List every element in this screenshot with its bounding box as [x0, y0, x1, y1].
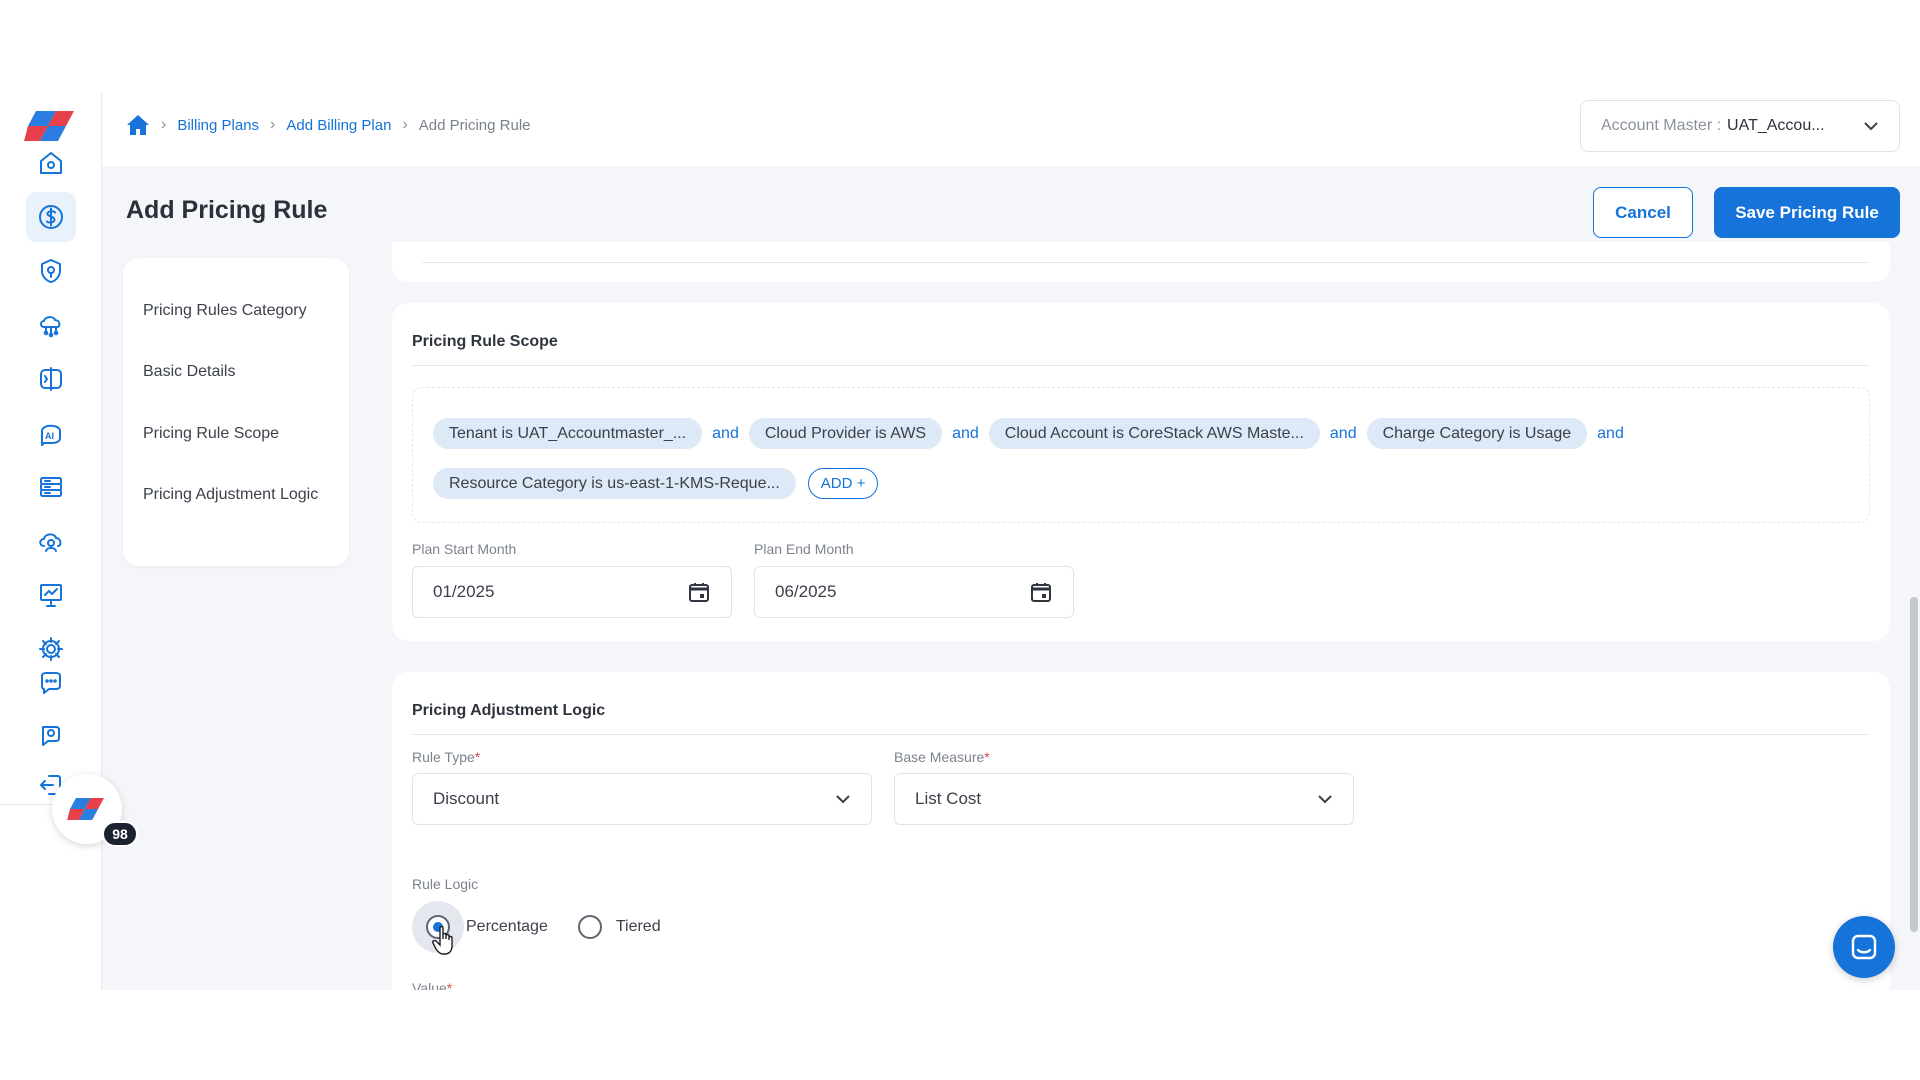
radio-percentage-label[interactable]: Percentage	[466, 918, 548, 936]
previous-section-card	[392, 242, 1890, 282]
add-condition-button[interactable]: ADD +	[807, 468, 879, 499]
pricing-rule-scope-card: Pricing Rule Scope Tenant is UAT_Account…	[392, 303, 1890, 641]
chevron-right-icon: ›	[270, 116, 276, 133]
calendar-icon[interactable]	[1029, 580, 1053, 604]
scope-chip-charge-category[interactable]: Charge Category is Usage	[1366, 418, 1588, 449]
rule-type-select[interactable]: Discount	[412, 773, 872, 825]
cancel-button[interactable]: Cancel	[1593, 187, 1693, 238]
card-divider	[422, 262, 1870, 263]
rule-logic-label: Rule Logic	[412, 876, 479, 892]
scope-title: Pricing Rule Scope	[412, 333, 558, 350]
card-divider	[412, 734, 1870, 735]
chevron-right-icon: ›	[161, 116, 167, 133]
plan-end-month-input[interactable]: 06/2025	[754, 566, 1074, 618]
logic-title: Pricing Adjustment Logic	[412, 702, 606, 719]
scope-chip-cloud-account[interactable]: Cloud Account is CoreStack AWS Maste...	[988, 418, 1320, 449]
nav-cloud-network-icon[interactable]	[26, 300, 76, 350]
hand-cursor-icon	[432, 925, 453, 955]
base-measure-select[interactable]: List Cost	[894, 773, 1354, 825]
chevron-down-icon	[1864, 122, 1878, 131]
breadcrumb-add-billing-plan[interactable]: Add Billing Plan	[286, 117, 391, 134]
nav-chat-icon[interactable]	[26, 658, 76, 708]
account-master-label: Account Master :	[1601, 117, 1722, 134]
scope-conditions-box: Tenant is UAT_Accountmaster_... and Clou…	[412, 387, 1870, 523]
breadcrumb: › Billing Plans › Add Billing Plan › Add…	[126, 114, 531, 136]
home-icon[interactable]	[126, 114, 150, 136]
required-mark: *	[984, 749, 990, 765]
account-master-select[interactable]: Account Master : UAT_Accou...	[1580, 100, 1900, 152]
breadcrumb-billing-plans[interactable]: Billing Plans	[177, 117, 259, 134]
card-divider	[412, 365, 1870, 366]
nav-split-panel-icon[interactable]	[26, 354, 76, 404]
base-measure-label-text: Base Measure	[894, 749, 985, 765]
value-label-text: Value	[412, 980, 447, 990]
top-bar: › Billing Plans › Add Billing Plan › Add…	[102, 92, 1920, 166]
nav-shield-icon[interactable]	[26, 246, 76, 296]
scope-chip-cloud-provider[interactable]: Cloud Provider is AWS	[748, 418, 943, 449]
section-nav: Pricing Rules Category Basic Details Pri…	[123, 258, 349, 566]
account-master-value: UAT_Accou...	[1727, 117, 1825, 134]
and-connector: and	[1329, 424, 1357, 442]
nav-home-icon[interactable]	[26, 138, 76, 188]
breadcrumb-current: Add Pricing Rule	[418, 116, 531, 134]
radio-tiered[interactable]	[577, 915, 602, 939]
section-nav-basic-details[interactable]: Basic Details	[143, 363, 235, 381]
rule-type-label: Rule Type*	[412, 749, 480, 765]
section-nav-pricing-adjustment-logic[interactable]: Pricing Adjustment Logic	[143, 486, 318, 504]
sidebar: AI	[0, 92, 102, 990]
chevron-right-icon: ›	[402, 116, 408, 133]
plan-end-month-label: Plan End Month	[754, 541, 854, 557]
base-measure-label: Base Measure*	[894, 749, 990, 765]
section-nav-pricing-rule-scope[interactable]: Pricing Rule Scope	[143, 425, 279, 443]
rule-type-value: Discount	[433, 789, 500, 808]
nav-support-icon[interactable]	[26, 710, 76, 760]
scrollbar-thumb[interactable]	[1910, 597, 1918, 932]
nav-dollar-icon[interactable]	[26, 192, 76, 242]
and-connector: and	[952, 424, 979, 442]
plan-start-month-label: Plan Start Month	[412, 541, 517, 557]
save-pricing-rule-button[interactable]: Save Pricing Rule	[1714, 187, 1900, 238]
chevron-down-icon	[836, 795, 850, 804]
rule-type-label-text: Rule Type	[412, 749, 475, 765]
nav-cloud-user-icon[interactable]	[26, 516, 76, 566]
required-mark: *	[446, 980, 453, 990]
badge-logo-icon	[67, 797, 104, 821]
app-frame: AI 98 › Billing Plans › Add Billing Plan…	[0, 92, 1920, 990]
and-connector: and	[1597, 424, 1624, 442]
scope-chip-tenant[interactable]: Tenant is UAT_Accountmaster_...	[433, 418, 703, 449]
required-mark: *	[474, 749, 481, 765]
nav-presentation-chart-icon[interactable]	[26, 570, 76, 620]
nav-ai-icon[interactable]: AI	[26, 408, 76, 458]
section-nav-pricing-rules-category[interactable]: Pricing Rules Category	[143, 302, 307, 320]
svg-text:AI: AI	[45, 431, 54, 441]
nav-server-icon[interactable]	[26, 462, 76, 512]
chevron-down-icon	[1318, 795, 1332, 804]
plan-start-month-value: 01/2025	[433, 582, 495, 601]
value-label: Value*	[412, 980, 452, 990]
scope-chip-resource-category[interactable]: Resource Category is us-east-1-KMS-Reque…	[433, 468, 796, 499]
and-connector: and	[712, 424, 739, 442]
notification-count-badge: 98	[102, 821, 138, 847]
page-title: Add Pricing Rule	[126, 196, 328, 224]
chat-bubble-icon	[1851, 934, 1877, 960]
scope-chip-row: Tenant is UAT_Accountmaster_... and Clou…	[433, 418, 1634, 449]
plan-start-month-input[interactable]: 01/2025	[412, 566, 732, 618]
plan-end-month-value: 06/2025	[775, 582, 837, 601]
base-measure-value: List Cost	[915, 789, 982, 808]
pricing-adjustment-logic-card: Pricing Adjustment Logic Rule Type* Disc…	[392, 672, 1890, 990]
chat-launcher-button[interactable]	[1833, 916, 1895, 978]
radio-tiered-label[interactable]: Tiered	[616, 918, 661, 936]
calendar-icon[interactable]	[687, 580, 711, 604]
scope-chip-row: Resource Category is us-east-1-KMS-Reque…	[433, 468, 879, 499]
